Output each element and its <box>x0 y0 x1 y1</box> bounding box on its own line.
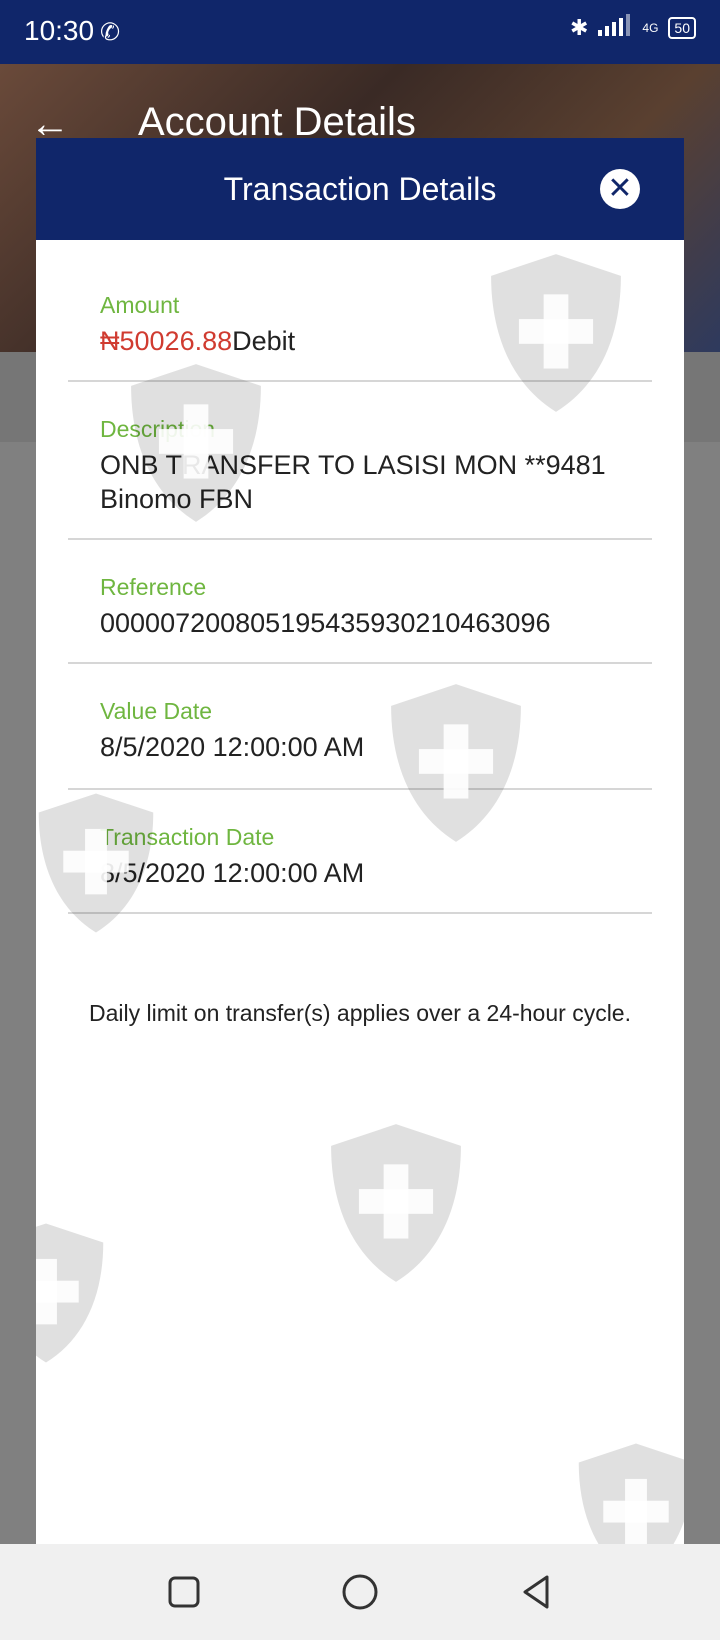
signal-icon <box>598 14 632 42</box>
transfer-limit-note: Daily limit on transfer(s) applies over … <box>89 1000 631 1026</box>
network-type: 4G <box>642 21 659 35</box>
field-label: Reference <box>100 574 207 600</box>
back-icon[interactable] <box>512 1568 560 1616</box>
modal-title: Transaction Details <box>223 171 497 207</box>
battery-icon: 50 <box>668 17 696 39</box>
value-date-field: Value Date 8/5/2020 12:00:00 AM <box>68 664 652 790</box>
status-time: 10:30 <box>24 15 95 46</box>
transaction-date-value: 8/5/2020 12:00:00 AM <box>100 858 365 888</box>
recent-apps-icon[interactable] <box>160 1568 208 1616</box>
field-label: Amount <box>100 292 180 318</box>
amount-value: ₦50026.88Debit <box>100 324 640 358</box>
reference-value: 000007200805195435930210463096 <box>100 608 551 638</box>
value-date-value: 8/5/2020 12:00:00 AM <box>100 732 365 762</box>
field-label: Description <box>100 416 216 442</box>
shield-watermark-icon <box>36 1218 116 1368</box>
transaction-details-modal: Transaction Details ✕ Amount ₦50026.88De… <box>36 138 684 1544</box>
system-nav-bar <box>0 1544 720 1640</box>
amount-currency: ₦ <box>100 326 120 356</box>
field-label: Value Date <box>100 698 213 724</box>
close-icon[interactable]: ✕ <box>600 169 640 209</box>
reference-field: Reference 000007200805195435930210463096 <box>68 540 652 664</box>
status-icons: ✱ 4G 50 <box>570 14 696 42</box>
shield-watermark-icon <box>316 1118 476 1288</box>
amount-type: Debit <box>232 326 296 356</box>
description-field: Description ONB TRANSFER TO LASISI MON *… <box>68 382 652 540</box>
bluetooth-icon: ✱ <box>569 15 589 40</box>
amount-number: 50026.88 <box>119 326 233 356</box>
transaction-date-field: Transaction Date 8/5/2020 12:00:00 AM <box>68 790 652 914</box>
home-icon[interactable] <box>336 1568 384 1616</box>
amount-field: Amount ₦50026.88Debit <box>68 258 652 382</box>
status-bar: 10:30 ✆ ✱ 4G 50 <box>0 0 720 64</box>
description-value: ONB TRANSFER TO LASISI MON **9481 Binomo… <box>100 450 606 514</box>
missed-call-icon: ✆ <box>100 19 121 46</box>
modal-header: Transaction Details ✕ <box>36 138 684 240</box>
shield-watermark-icon <box>566 1438 684 1544</box>
field-label: Transaction Date <box>100 824 275 850</box>
